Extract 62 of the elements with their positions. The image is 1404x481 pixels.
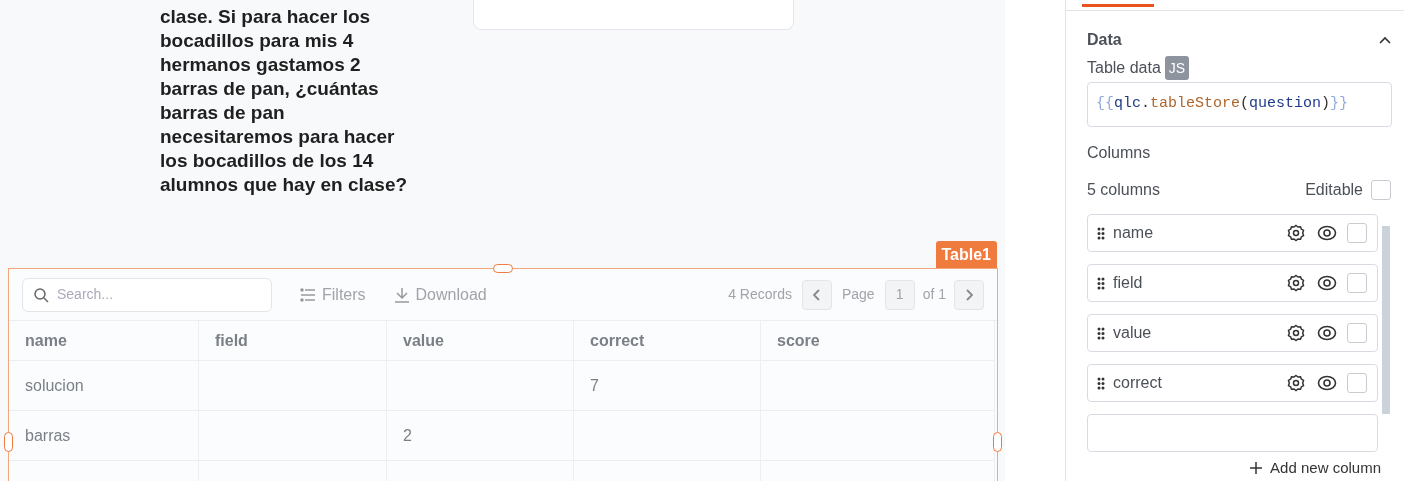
resize-handle[interactable] bbox=[493, 264, 513, 273]
page-total: of 1 bbox=[922, 285, 946, 304]
column-item[interactable]: value bbox=[1087, 314, 1378, 352]
plus-icon bbox=[1250, 462, 1263, 475]
filter-icon bbox=[300, 287, 316, 302]
editable-checkbox[interactable] bbox=[1371, 180, 1391, 200]
column-checkbox[interactable] bbox=[1347, 223, 1367, 243]
column-name: name bbox=[1113, 223, 1154, 243]
table-cell: barras bbox=[9, 411, 199, 461]
download-icon bbox=[393, 286, 410, 303]
eye-icon[interactable] bbox=[1317, 225, 1337, 241]
section-label: Columns bbox=[1087, 143, 1152, 163]
editable-label: Editable bbox=[1305, 180, 1363, 200]
column-checkbox[interactable] bbox=[1347, 373, 1367, 393]
resize-handle[interactable] bbox=[993, 432, 1002, 452]
next-page-button[interactable] bbox=[954, 279, 984, 310]
eye-icon[interactable] bbox=[1317, 375, 1337, 391]
column-name: value bbox=[1113, 323, 1152, 343]
column-header: field bbox=[199, 321, 387, 361]
drag-handle-icon[interactable] bbox=[1097, 276, 1105, 290]
eye-icon[interactable] bbox=[1317, 275, 1337, 291]
search-icon bbox=[33, 286, 49, 303]
widget-label: Table1 bbox=[935, 241, 997, 268]
column-name: field bbox=[1113, 273, 1143, 293]
scrollbar[interactable] bbox=[1382, 226, 1390, 414]
chevron-left-icon bbox=[812, 288, 821, 301]
table-cell: 7 bbox=[574, 361, 761, 411]
drag-handle-icon[interactable] bbox=[1097, 226, 1105, 240]
eye-icon[interactable] bbox=[1317, 325, 1337, 341]
settings-icon[interactable] bbox=[1287, 224, 1305, 242]
column-checkbox[interactable] bbox=[1347, 323, 1367, 343]
column-header: name bbox=[9, 321, 199, 361]
column-name: correct bbox=[1113, 373, 1162, 393]
code-input[interactable]: {{qlc.tableStore(question)}} bbox=[1087, 82, 1392, 127]
records-count: 4 Records bbox=[728, 285, 792, 304]
collapse-chevron-icon[interactable] bbox=[1379, 36, 1391, 44]
table-cell: 2 bbox=[387, 411, 574, 461]
tab-indicator bbox=[1082, 4, 1154, 7]
resize-handle[interactable] bbox=[4, 432, 13, 452]
page-label: Page bbox=[841, 285, 875, 304]
question-text: clase. Si para hacer los bocadillos para mis 4 hermanos gastamos 2 barras de pan, ¿cuántas barras de pan necesitaremos para hacer los bocadillos de los 14 alumnos que hay en clase? bbox=[160, 5, 409, 197]
add-column-button[interactable]: Add new column bbox=[1250, 457, 1381, 480]
settings-icon[interactable] bbox=[1287, 374, 1305, 392]
drag-handle-icon[interactable] bbox=[1097, 326, 1105, 340]
field-label: Table data bbox=[1087, 58, 1161, 78]
previous-page-button[interactable] bbox=[801, 279, 832, 310]
settings-icon[interactable] bbox=[1287, 274, 1305, 292]
column-header: correct bbox=[574, 321, 761, 361]
column-item[interactable]: correct bbox=[1087, 364, 1378, 402]
column-header: value bbox=[387, 321, 574, 361]
search-input[interactable]: Search... bbox=[57, 284, 257, 305]
chevron-right-icon bbox=[965, 288, 973, 301]
column-header: score bbox=[761, 321, 995, 361]
settings-icon[interactable] bbox=[1287, 324, 1305, 342]
section-title: Data bbox=[1087, 30, 1122, 50]
drag-handle-icon[interactable] bbox=[1097, 376, 1105, 390]
table-cell: solucion bbox=[9, 361, 199, 411]
column-item[interactable]: field bbox=[1087, 264, 1378, 302]
columns-count: 5 columns bbox=[1087, 180, 1160, 200]
column-item[interactable]: name bbox=[1087, 214, 1378, 252]
column-checkbox[interactable] bbox=[1347, 273, 1367, 293]
search-field[interactable]: Search... bbox=[22, 277, 272, 312]
